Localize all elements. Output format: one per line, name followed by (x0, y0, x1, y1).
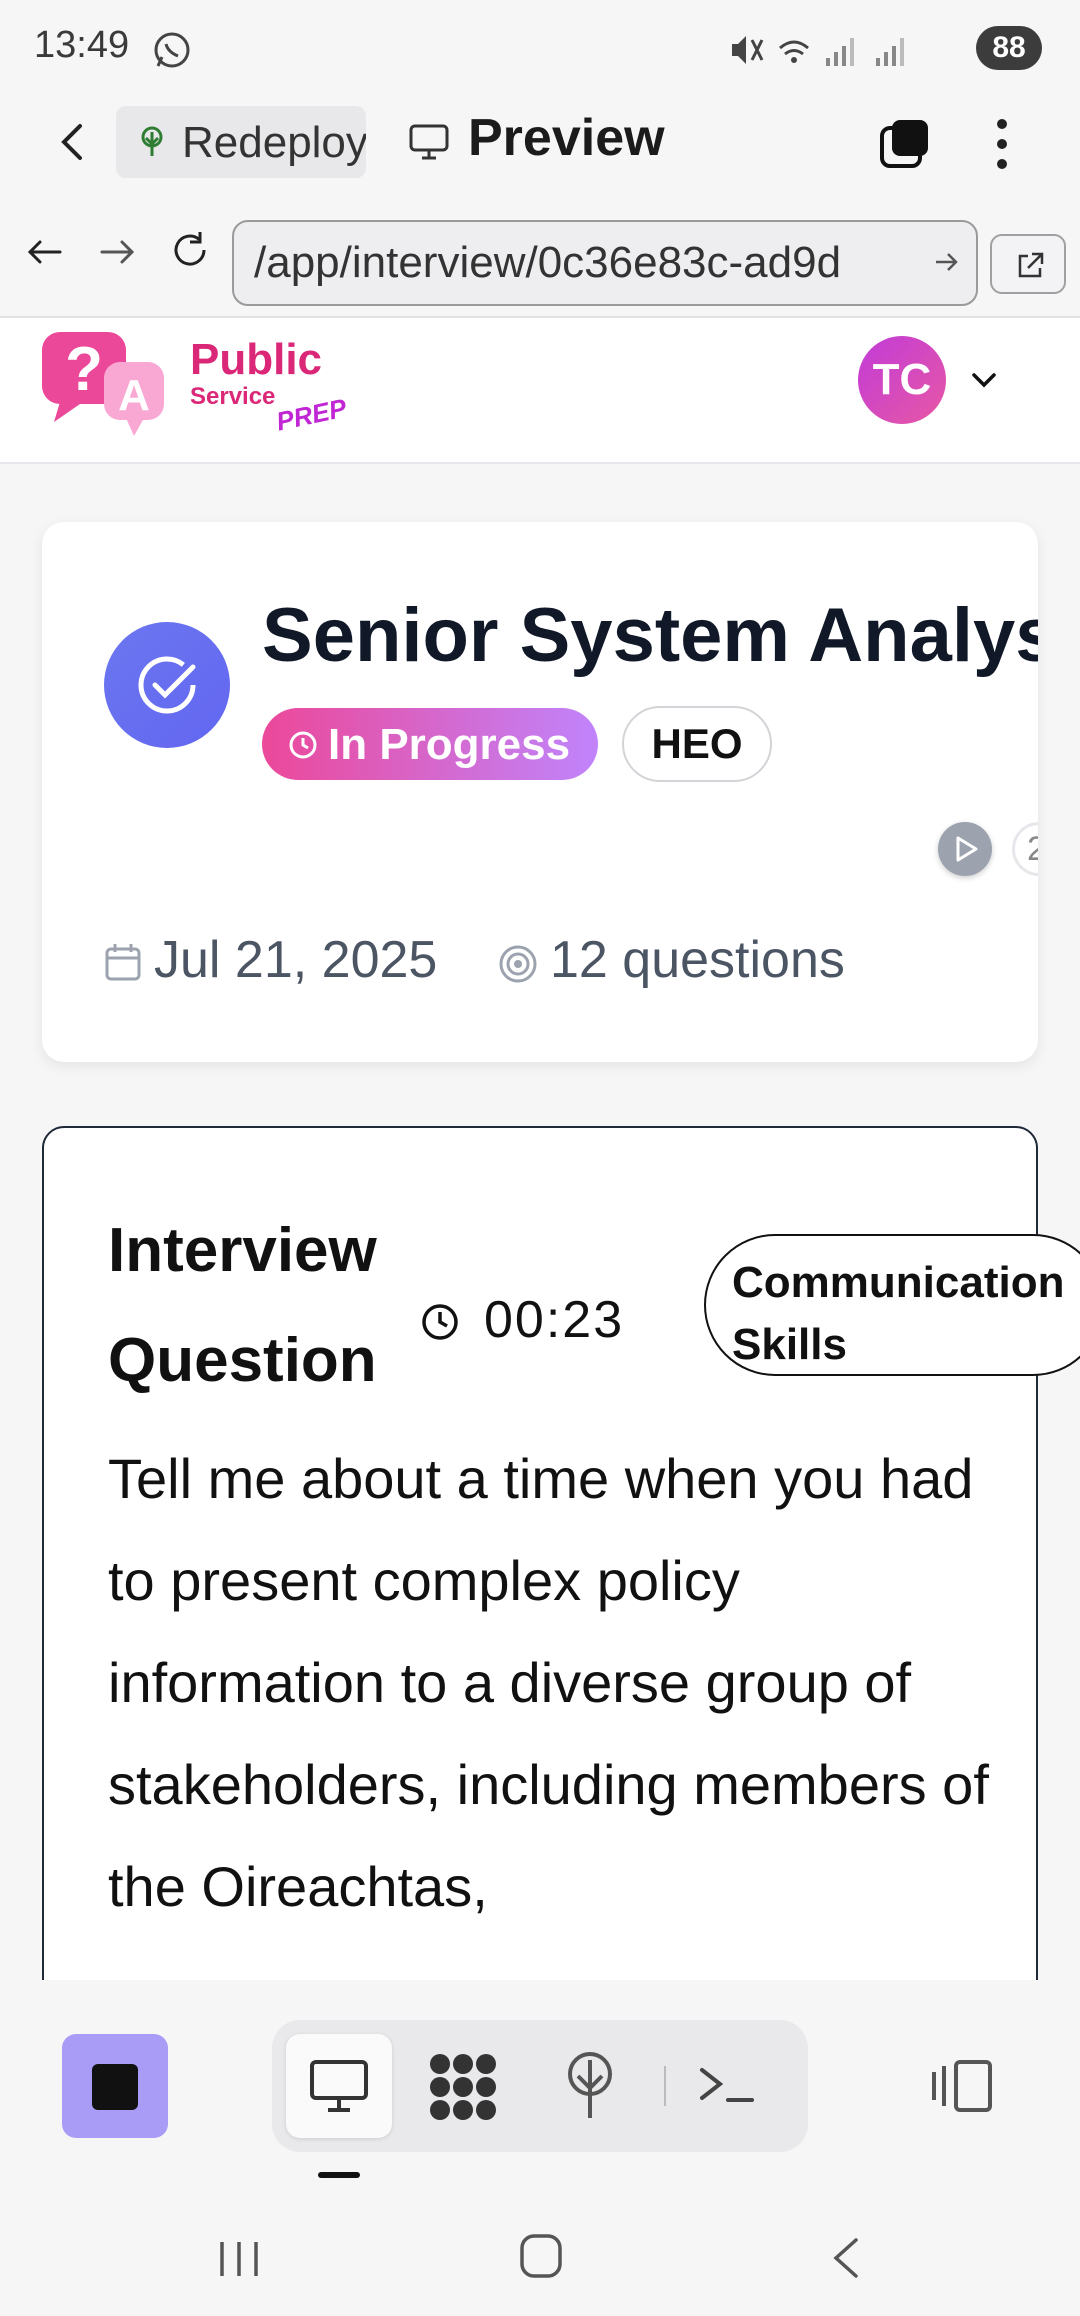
preview-view-button[interactable] (286, 2034, 392, 2138)
split-view-icon[interactable] (930, 2056, 996, 2116)
nav-forward-arrow-icon[interactable] (96, 230, 140, 274)
timer-clock-icon (422, 1304, 458, 1340)
browser-toolbar: Redeploy Preview (0, 96, 1080, 214)
user-avatar[interactable]: TC (858, 336, 946, 424)
external-link-icon (1018, 252, 1044, 278)
grid-dots-icon[interactable] (428, 2052, 498, 2122)
battery-indicator: 88 (976, 26, 1042, 70)
url-text[interactable]: /app/interview/0c36e83c-ad9d (254, 238, 914, 288)
main-content: Senior System Analyst In Progress HEO 2 … (0, 464, 1080, 1980)
redeploy-label: Redeploy (182, 118, 366, 167)
chevron-down-icon[interactable] (966, 362, 1002, 398)
svg-text:?: ? (65, 335, 103, 404)
status-bar: 13:49 88 (0, 0, 1080, 96)
tabs-icon[interactable] (878, 116, 932, 170)
dev-toolbar (0, 1980, 1080, 2206)
play-icon (956, 836, 978, 862)
system-back-icon[interactable] (826, 2234, 866, 2282)
public-service-prep-logo[interactable]: ? A Public Service PREP (40, 326, 360, 436)
reload-icon[interactable] (168, 228, 212, 272)
open-external-button[interactable] (990, 234, 1066, 294)
question-heading: Interview Question (108, 1216, 377, 1395)
check-circle-badge (104, 622, 230, 748)
tree-icon (141, 126, 163, 156)
deploy-tree-icon[interactable] (560, 2050, 620, 2120)
next-question-button[interactable]: 2 (1012, 822, 1038, 876)
interview-title: Senior System Analyst (262, 593, 1038, 678)
home-icon[interactable] (518, 2230, 564, 2282)
system-status-icons (732, 36, 904, 66)
url-bar[interactable]: /app/interview/0c36e83c-ad9d (232, 220, 978, 306)
whatsapp-icon (154, 32, 190, 68)
category-label: Communication Skills (732, 1258, 1065, 1369)
status-label: In Progress (328, 720, 571, 769)
more-options-icon[interactable] (984, 114, 1020, 174)
active-view-indicator (318, 2172, 360, 2178)
redeploy-chip[interactable]: Redeploy (116, 106, 366, 178)
preview-title: Preview (468, 109, 665, 167)
terminal-icon[interactable] (696, 2060, 756, 2110)
check-circle-icon (138, 656, 196, 714)
system-navigation-bar (0, 2206, 1080, 2316)
monitor-icon (310, 2060, 368, 2112)
recents-icon[interactable] (216, 2236, 262, 2282)
stop-icon (92, 2064, 138, 2110)
browser-nav-bar: /app/interview/0c36e83c-ad9d (0, 212, 1080, 318)
logo-line-3: PREP (274, 392, 350, 436)
monitor-icon (409, 124, 449, 160)
timer: 00:23 (484, 1291, 625, 1349)
toolbar-divider (664, 2066, 666, 2106)
grade-badge: HEO (622, 706, 772, 782)
view-switcher (272, 2020, 808, 2152)
nav-back-arrow-icon[interactable] (22, 230, 66, 274)
back-chevron-icon[interactable] (50, 118, 98, 166)
status-time: 13:49 (34, 24, 130, 66)
play-button[interactable] (938, 822, 992, 876)
interview-question-card: Interview Question 00:23 Communication S… (42, 1126, 1080, 1980)
target-icon (499, 945, 537, 983)
clock-icon (289, 731, 317, 759)
calendar-icon (105, 944, 141, 981)
go-arrow-icon[interactable] (932, 248, 960, 276)
logo-line-1: Public (190, 335, 322, 384)
svg-text:A: A (118, 371, 150, 420)
question-count: 12 questions (550, 931, 845, 989)
logo-line-2: Service (190, 383, 275, 410)
question-text: Tell me about a time when you had to pre… (108, 1447, 989, 1918)
interview-date: Jul 21, 2025 (154, 931, 438, 989)
interview-summary-card: Senior System Analyst In Progress HEO 2 … (42, 522, 1038, 1062)
app-header: ? A Public Service PREP TC (0, 318, 1080, 464)
category-badge: Communication Skills (704, 1234, 1080, 1376)
stop-button[interactable] (62, 2034, 168, 2138)
status-badge: In Progress (262, 708, 598, 780)
